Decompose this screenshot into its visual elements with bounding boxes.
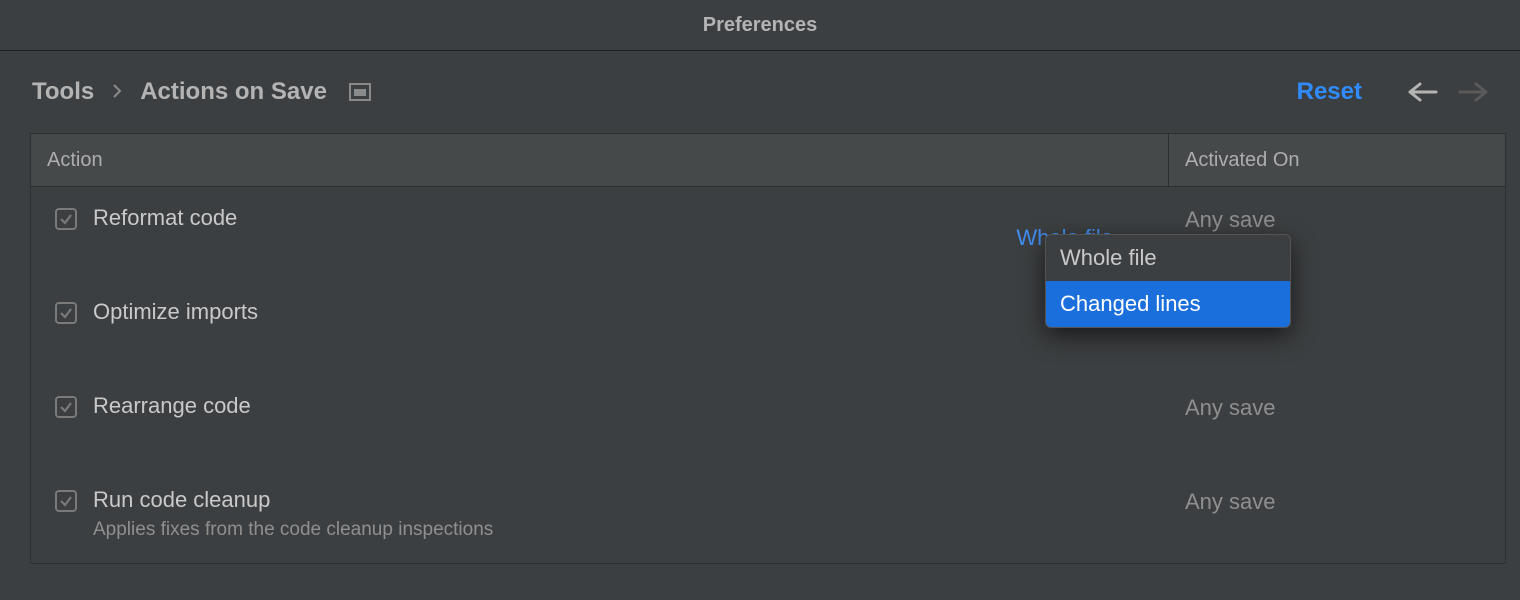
checkbox[interactable] — [55, 490, 77, 512]
table-row: Rearrange code Any save — [31, 375, 1505, 469]
action-label: Run code cleanup — [93, 487, 493, 513]
dropdown-item-whole-file[interactable]: Whole file — [1046, 235, 1290, 281]
reset-link[interactable]: Reset — [1297, 78, 1362, 106]
activated-on: Any save — [1167, 469, 1505, 515]
chevron-right-icon — [112, 82, 122, 103]
action-label: Rearrange code — [93, 393, 251, 419]
window-title: Preferences — [0, 0, 1520, 51]
column-header-action[interactable]: Action — [31, 134, 1169, 186]
table-header: Action Activated On — [31, 134, 1505, 187]
breadcrumb-root[interactable]: Tools — [32, 78, 94, 106]
actions-table: Action Activated On Reformat code Whole … — [30, 133, 1506, 564]
checkbox[interactable] — [55, 396, 77, 418]
checkbox[interactable] — [55, 208, 77, 230]
table-row: Run code cleanup Applies fixes from the … — [31, 469, 1505, 563]
dropdown-item-changed-lines[interactable]: Changed lines — [1046, 281, 1290, 327]
show-in-window-icon[interactable] — [349, 83, 371, 101]
action-label: Optimize imports — [93, 299, 258, 325]
action-description: Applies fixes from the code cleanup insp… — [93, 519, 493, 541]
nav-forward-button — [1458, 82, 1488, 102]
breadcrumb: Tools Actions on Save Reset — [0, 51, 1520, 133]
action-label: Reformat code — [93, 205, 237, 231]
nav-back-button[interactable] — [1408, 82, 1438, 102]
column-header-activated[interactable]: Activated On — [1169, 134, 1505, 186]
scope-dropdown[interactable]: Whole file Changed lines — [1045, 234, 1291, 328]
activated-on: Any save — [1167, 187, 1505, 233]
activated-on: Any save — [1167, 375, 1505, 421]
breadcrumb-leaf: Actions on Save — [140, 78, 327, 106]
checkbox[interactable] — [55, 302, 77, 324]
